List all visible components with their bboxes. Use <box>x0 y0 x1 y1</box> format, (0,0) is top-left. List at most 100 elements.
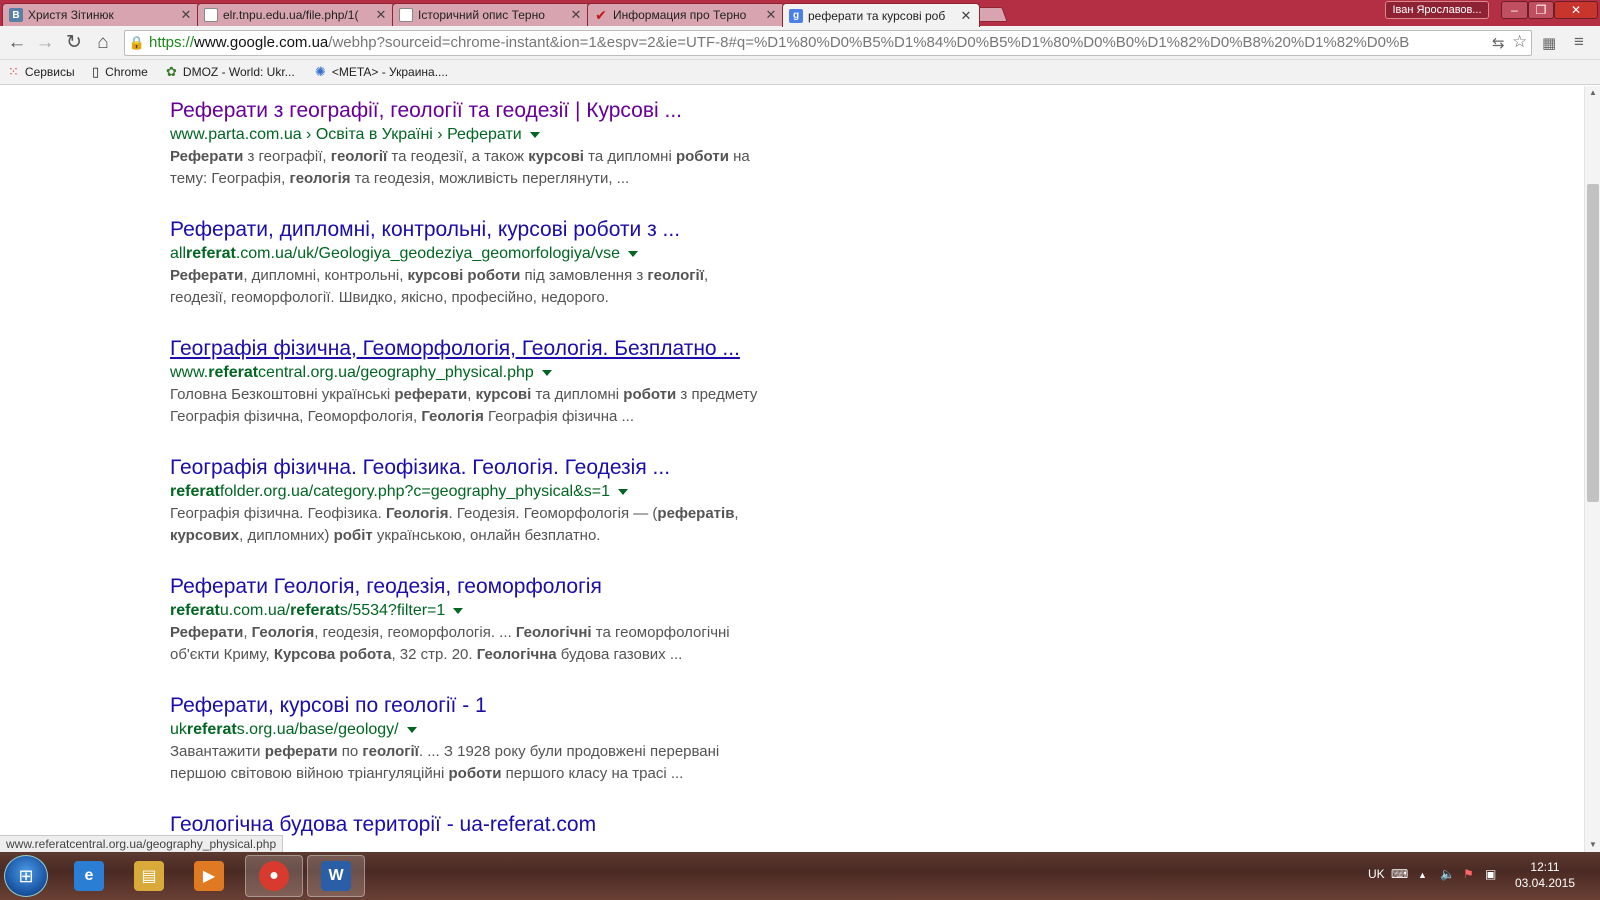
result-url[interactable]: allreferat.com.ua/uk/Geologiya_geodeziya… <box>170 243 830 265</box>
tab-history[interactable]: Історичний опис Терно ✕ <box>392 3 590 26</box>
tab-title: Информация про Терно <box>613 8 747 22</box>
snippet-keyword: Геологія <box>385 505 449 522</box>
snippet-text: тему: Географія, <box>170 170 290 187</box>
snippet-keyword: Реферати <box>170 267 244 284</box>
snippet-text: будова газових ... <box>560 646 683 663</box>
close-icon[interactable]: ✕ <box>959 8 973 24</box>
result-title-link[interactable]: Реферати Геологія, геодезія, геоморфолог… <box>170 574 830 600</box>
snippet-keyword: геології <box>362 743 419 760</box>
taskbar-app-word[interactable]: W <box>307 855 365 897</box>
dropdown-arrow-icon[interactable] <box>541 369 552 376</box>
start-button[interactable]: ⊞ <box>4 855 48 897</box>
snippet-text: , <box>734 505 739 522</box>
search-result: Реферати Геологія, геодезія, геоморфолог… <box>170 574 830 666</box>
result-snippet: Реферати, Геологія, геодезія, геоморфоло… <box>170 622 830 666</box>
dropdown-arrow-icon[interactable] <box>529 131 540 138</box>
apps-grid-icon: ⁙ <box>8 64 19 79</box>
taskbar-app-media-player[interactable]: ▶ <box>180 855 238 897</box>
minimize-button[interactable]: – <box>1501 1 1528 19</box>
url-segment: referat <box>186 721 237 738</box>
close-icon[interactable]: ✕ <box>569 7 583 23</box>
result-url[interactable]: ukreferats.org.ua/base/geology/ <box>170 719 830 741</box>
tab-vk[interactable]: В Христя Зітинюк ✕ <box>2 3 200 26</box>
chrome-icon: ● <box>259 861 289 891</box>
close-icon[interactable]: ✕ <box>764 7 778 23</box>
reload-icon[interactable]: ↻ <box>62 31 86 55</box>
scrollbar-thumb[interactable] <box>1587 184 1599 502</box>
bookmark-chrome[interactable]: ▯ Chrome <box>92 64 148 80</box>
home-icon[interactable]: ⌂ <box>91 31 115 55</box>
translate-icon[interactable]: ⇆ <box>1492 34 1505 52</box>
result-url[interactable]: www.parta.com.ua › Освіта в Україні › Ре… <box>170 124 830 146</box>
result-url[interactable]: referatu.com.ua/referats/5534?filter=1 <box>170 600 830 622</box>
clock[interactable]: 12:11 03.04.2015 <box>1510 859 1580 891</box>
snippet-line: першою світовою війною тріангуляційні ро… <box>170 763 830 785</box>
snippet-text: об'єкти Криму, <box>170 646 274 663</box>
action-center-flag-icon[interactable]: ⚑ <box>1463 867 1474 881</box>
show-hidden-icons-icon[interactable]: ▲ <box>1418 870 1427 880</box>
dropdown-arrow-icon[interactable] <box>453 607 464 614</box>
forward-icon[interactable]: → <box>33 31 57 55</box>
snippet-keyword: курсові <box>528 148 584 165</box>
snippet-text: . ... З 1928 року були продовжені перерв… <box>418 743 720 760</box>
bookmark-star-icon[interactable]: ☆ <box>1512 32 1527 52</box>
taskbar-app-file-explorer[interactable]: ▤ <box>120 855 178 897</box>
vertical-scrollbar[interactable]: ▲ ▼ <box>1584 86 1600 852</box>
snippet-line: Реферати, Геологія, геодезія, геоморфоло… <box>170 622 830 644</box>
result-url[interactable]: www.referatcentral.org.ua/geography_phys… <box>170 362 830 384</box>
result-url[interactable]: referatfolder.org.ua/category.php?c=geog… <box>170 481 830 503</box>
result-title-link[interactable]: Географія фізична, Геоморфологія, Геолог… <box>170 336 830 362</box>
tab-google-search[interactable]: g реферати та курсові роб ✕ <box>782 3 980 27</box>
result-title-link[interactable]: Реферати, дипломні, контрольні, курсові … <box>170 217 830 243</box>
snippet-keyword: Геологія <box>421 408 484 425</box>
document-icon <box>204 8 218 22</box>
profile-button[interactable]: Іван Ярославов... <box>1385 1 1489 19</box>
tab-info[interactable]: ✔ Информация про Терно ✕ <box>587 3 785 26</box>
menu-icon[interactable]: ≡ <box>1574 32 1584 52</box>
bookmark-label: Сервисы <box>24 65 75 79</box>
close-icon[interactable]: ✕ <box>374 7 388 23</box>
snippet-text: з географії, <box>247 148 331 165</box>
snippet-text: . Геодезія. Геоморфологія — ( <box>448 505 658 522</box>
snippet-keyword: роботи <box>623 386 677 403</box>
close-window-button[interactable]: ✕ <box>1554 1 1598 19</box>
page-icon: ▯ <box>92 64 100 79</box>
dmoz-icon: ✿ <box>166 64 177 79</box>
google-icon: g <box>789 8 803 23</box>
snippet-keyword: рефератів <box>657 505 735 522</box>
snippet-keyword: Реферати <box>170 624 244 641</box>
snippet-keyword: геології <box>647 267 704 284</box>
tab-elr[interactable]: elr.tnpu.edu.ua/file.php/1( ✕ <box>197 3 395 26</box>
back-icon[interactable]: ← <box>5 31 29 55</box>
taskbar-app-internet-explorer[interactable]: e <box>60 855 118 897</box>
snippet-line: Географія фізична. Геофізика. Геологія. … <box>170 503 830 525</box>
snippet-keyword: Курсова робота <box>273 646 392 663</box>
search-result: Реферати, курсові по геології - 1 ukrefe… <box>170 693 830 785</box>
extension-icon[interactable]: ▦ <box>1542 34 1556 52</box>
bookmark-meta[interactable]: ✺ <META> - Украина.... <box>315 64 448 80</box>
maximize-button[interactable]: ❐ <box>1528 1 1554 19</box>
dropdown-arrow-icon[interactable] <box>406 726 417 733</box>
snippet-text: та дипломні <box>535 386 624 403</box>
close-icon[interactable]: ✕ <box>179 7 193 23</box>
address-bar[interactable]: 🔒 https://www.google.com.ua/webhp?sourcei… <box>124 30 1532 56</box>
dropdown-arrow-icon[interactable] <box>628 250 639 257</box>
bookmark-services[interactable]: ⁙ Сервисы <box>8 64 75 80</box>
scroll-down-arrow-icon[interactable]: ▼ <box>1585 838 1600 852</box>
snippet-keyword: реферати <box>394 386 468 403</box>
search-result: Реферати з географії, геології та геодез… <box>170 98 830 190</box>
taskbar-app-chrome[interactable]: ● <box>245 855 303 897</box>
result-title-link[interactable]: Реферати, курсові по геології - 1 <box>170 693 830 719</box>
network-icon[interactable]: ▣ <box>1485 867 1496 881</box>
result-title-link[interactable]: Реферати з географії, геології та геодез… <box>170 98 830 124</box>
volume-icon[interactable]: 🔈 <box>1440 867 1455 881</box>
language-indicator[interactable]: UK <box>1368 867 1385 881</box>
url-segment: .com.ua/uk/Geologiya_geodeziya_geomorfol… <box>235 245 621 262</box>
document-icon <box>399 8 413 22</box>
result-title-link[interactable]: Географія фізична. Геофізика. Геологія. … <box>170 455 830 481</box>
dropdown-arrow-icon[interactable] <box>618 488 629 495</box>
keyboard-icon[interactable]: ⌨ <box>1391 867 1408 881</box>
bookmark-dmoz[interactable]: ✿ DMOZ - World: Ukr... <box>166 64 295 80</box>
media-player-icon: ▶ <box>194 861 224 891</box>
scroll-up-arrow-icon[interactable]: ▲ <box>1585 86 1600 100</box>
